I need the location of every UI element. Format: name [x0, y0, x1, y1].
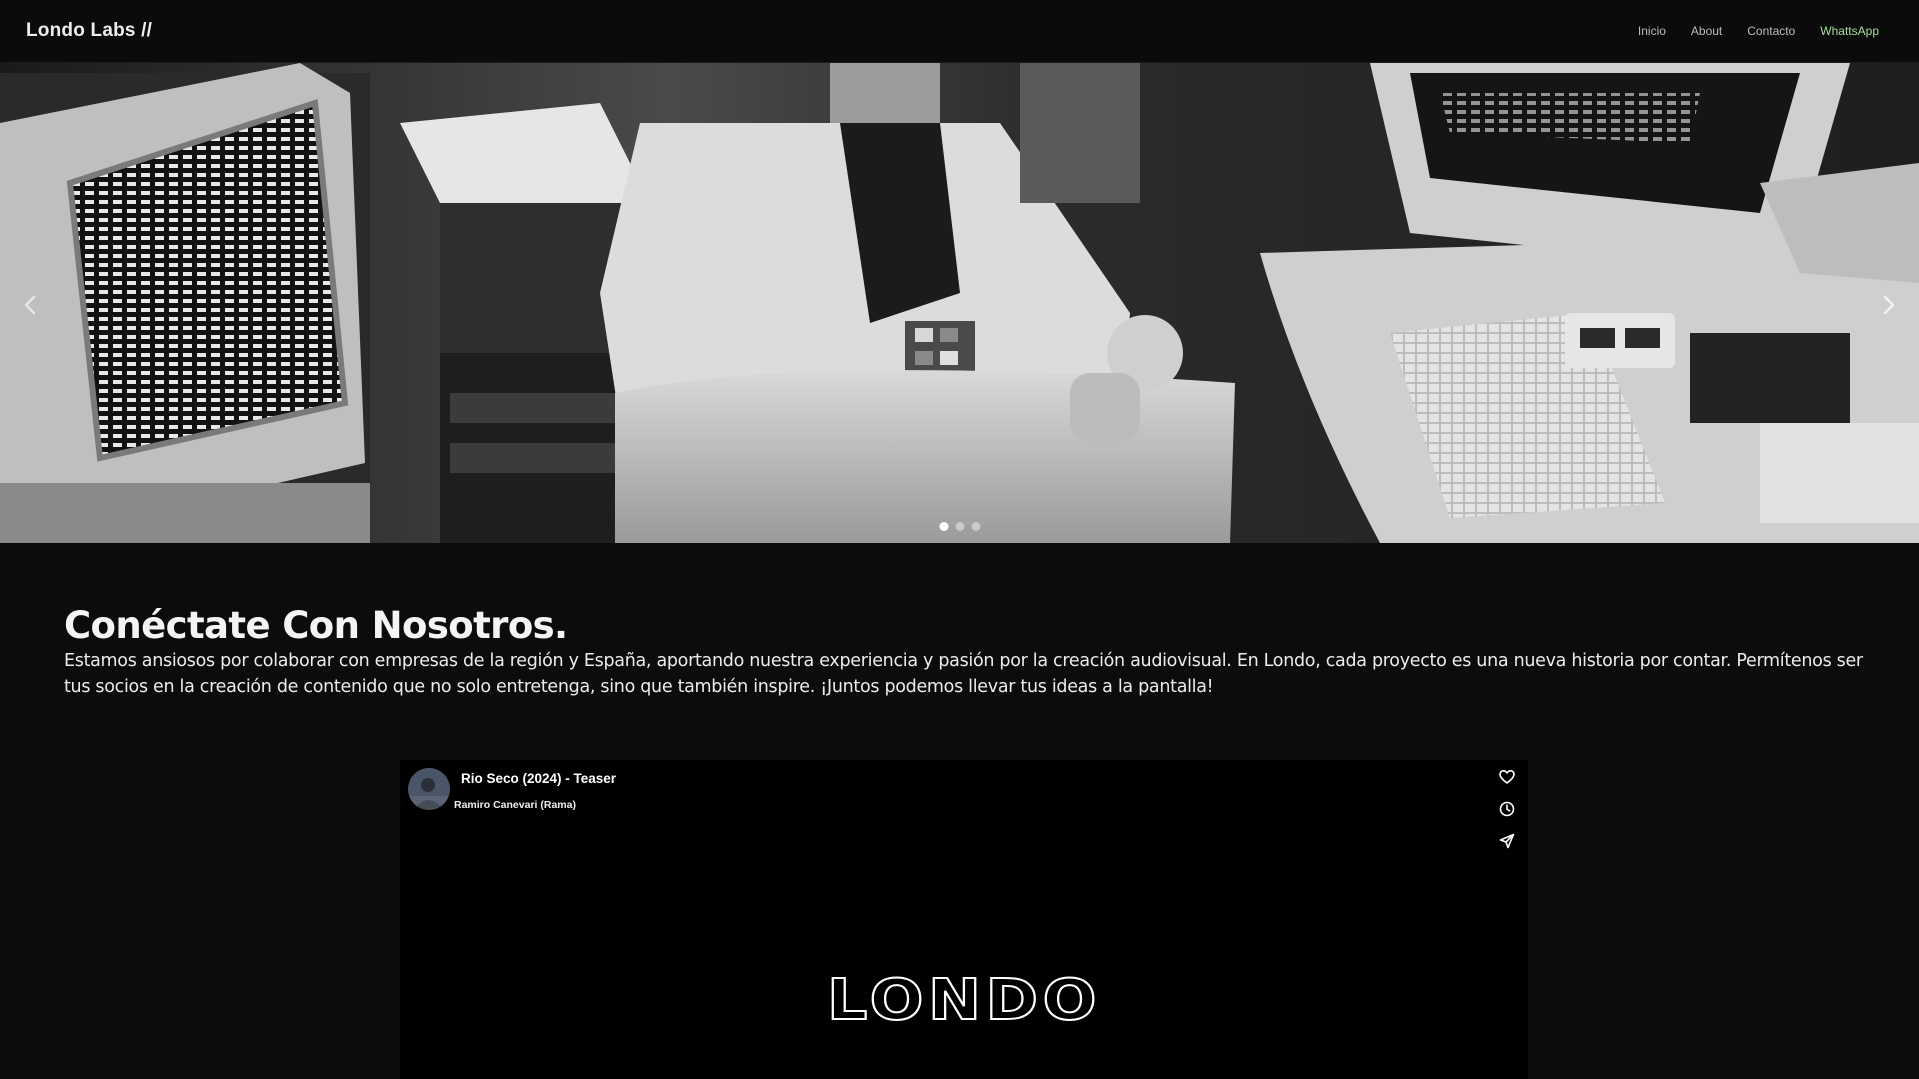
- heart-icon[interactable]: [1498, 768, 1516, 786]
- londo-logo-text: LONDO: [827, 974, 1101, 1024]
- carousel-indicator[interactable]: [939, 522, 948, 531]
- carousel-indicator[interactable]: [971, 522, 980, 531]
- nav-link-about[interactable]: About: [1691, 24, 1722, 38]
- avatar-image: [408, 768, 450, 810]
- chevron-left-icon: [24, 295, 36, 315]
- carousel-indicator[interactable]: [955, 522, 964, 531]
- section-description: Estamos ansiosos por colaborar con empre…: [64, 651, 1863, 697]
- hero-carousel: [0, 63, 1919, 543]
- contact-section: Conéctate Con Nosotros. Estamos ansiosos…: [64, 604, 1864, 700]
- video-author[interactable]: Ramiro Canevari (Rama): [454, 799, 576, 811]
- author-avatar[interactable]: [408, 768, 450, 810]
- carousel-prev-button[interactable]: [10, 285, 50, 325]
- nav-link-contacto[interactable]: Contacto: [1747, 24, 1795, 38]
- carousel-slide-image: [0, 63, 1919, 543]
- send-icon[interactable]: [1498, 832, 1516, 850]
- navbar: Londo Labs // Inicio About Contacto What…: [0, 0, 1919, 63]
- carousel-indicators: [939, 522, 980, 531]
- video-title[interactable]: Rio Seco (2024) - Teaser: [461, 771, 616, 786]
- nav-link-inicio[interactable]: Inicio: [1638, 24, 1666, 38]
- nav-link-whatsapp[interactable]: WhattsApp: [1820, 24, 1879, 38]
- video-embed[interactable]: Rio Seco (2024) - Teaser Ramiro Canevari…: [400, 760, 1528, 1079]
- brand-logo[interactable]: Londo Labs //: [26, 20, 152, 42]
- clock-icon[interactable]: [1498, 800, 1516, 818]
- carousel-next-button[interactable]: [1869, 285, 1909, 325]
- section-heading: Conéctate Con Nosotros.: [64, 604, 568, 647]
- chevron-right-icon: [1883, 295, 1895, 315]
- nav-links: Inicio About Contacto WhattsApp: [1638, 24, 1879, 38]
- londo-logo: LONDO: [826, 974, 1101, 1024]
- video-actions: [1498, 768, 1516, 850]
